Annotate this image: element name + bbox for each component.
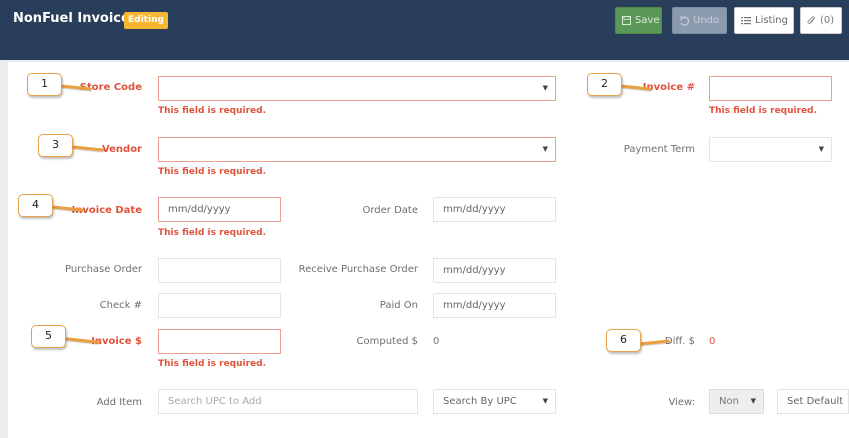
set-default-button[interactable]: Set Default [777,389,849,414]
search-by-select[interactable]: Search By UPC ▼ [433,389,556,414]
purchase-order-label: Purchase Order [64,264,142,275]
chevron-down-icon: ▼ [750,397,756,405]
callout-3: 3 [38,134,73,157]
paperclip-icon [807,15,816,26]
undo-button[interactable]: Undo [672,7,727,34]
diff-amount-value: 0 [709,336,716,347]
purchase-order-input[interactable] [158,258,281,283]
store-code-error: This field is required. [158,106,267,116]
vendor-error: This field is required. [158,167,267,177]
computed-amount-label: Computed $ [356,336,419,347]
chevron-down-icon: ▼ [542,84,548,92]
upc-search-input[interactable]: Search UPC to Add [158,389,418,414]
undo-label: Undo [693,15,720,26]
save-label: Save [635,15,660,26]
chevron-down-icon: ▼ [542,397,548,405]
listing-button[interactable]: Listing [734,7,794,34]
chevron-down-icon: ▼ [818,145,824,153]
payment-term-label: Payment Term [623,144,695,155]
invoice-number-input[interactable] [709,76,832,101]
computed-amount-value: 0 [433,336,440,347]
invoice-number-error: This field is required. [709,106,818,116]
page-title: NonFuel Invoice [13,11,130,26]
add-item-label: Add Item [96,397,142,408]
save-button[interactable]: Save [615,7,662,34]
vendor-select[interactable]: ▼ [158,137,556,162]
check-number-label: Check # [99,300,142,311]
callout-1: 1 [27,73,62,96]
order-date-input[interactable]: mm/dd/yyyy [433,197,556,222]
check-number-input[interactable] [158,293,281,318]
view-select[interactable]: Non ▼ [709,389,764,414]
attachments-label: (0) [820,15,835,26]
attachments-button[interactable]: (0) [800,7,842,34]
invoice-amount-input[interactable] [158,329,281,354]
status-badge: Editing [124,12,168,29]
order-date-label: Order Date [362,205,419,216]
store-code-select[interactable]: ▼ [158,76,556,101]
callout-2: 2 [587,73,622,96]
invoice-date-input[interactable]: mm/dd/yyyy [158,197,281,222]
undo-icon [679,15,689,26]
invoice-amount-error: This field is required. [158,359,267,369]
listing-label: Listing [755,15,788,26]
callout-4: 4 [18,194,53,217]
receive-po-date-input[interactable]: mm/dd/yyyy [433,258,556,283]
invoice-date-error: This field is required. [158,228,267,238]
list-icon [741,16,751,25]
save-icon [622,16,631,25]
callout-5: 5 [31,325,66,348]
top-bar: NonFuel Invoice Editing Save Undo Listin… [0,0,849,60]
callout-6: 6 [606,329,641,352]
paid-on-label: Paid On [379,300,418,311]
chevron-down-icon: ▼ [542,145,548,153]
paid-on-date-input[interactable]: mm/dd/yyyy [433,293,556,318]
payment-term-select[interactable]: ▼ [709,137,832,162]
invoice-form-panel [8,62,849,438]
view-label: View: [668,397,695,408]
receive-po-label: Receive Purchase Order [298,264,418,275]
